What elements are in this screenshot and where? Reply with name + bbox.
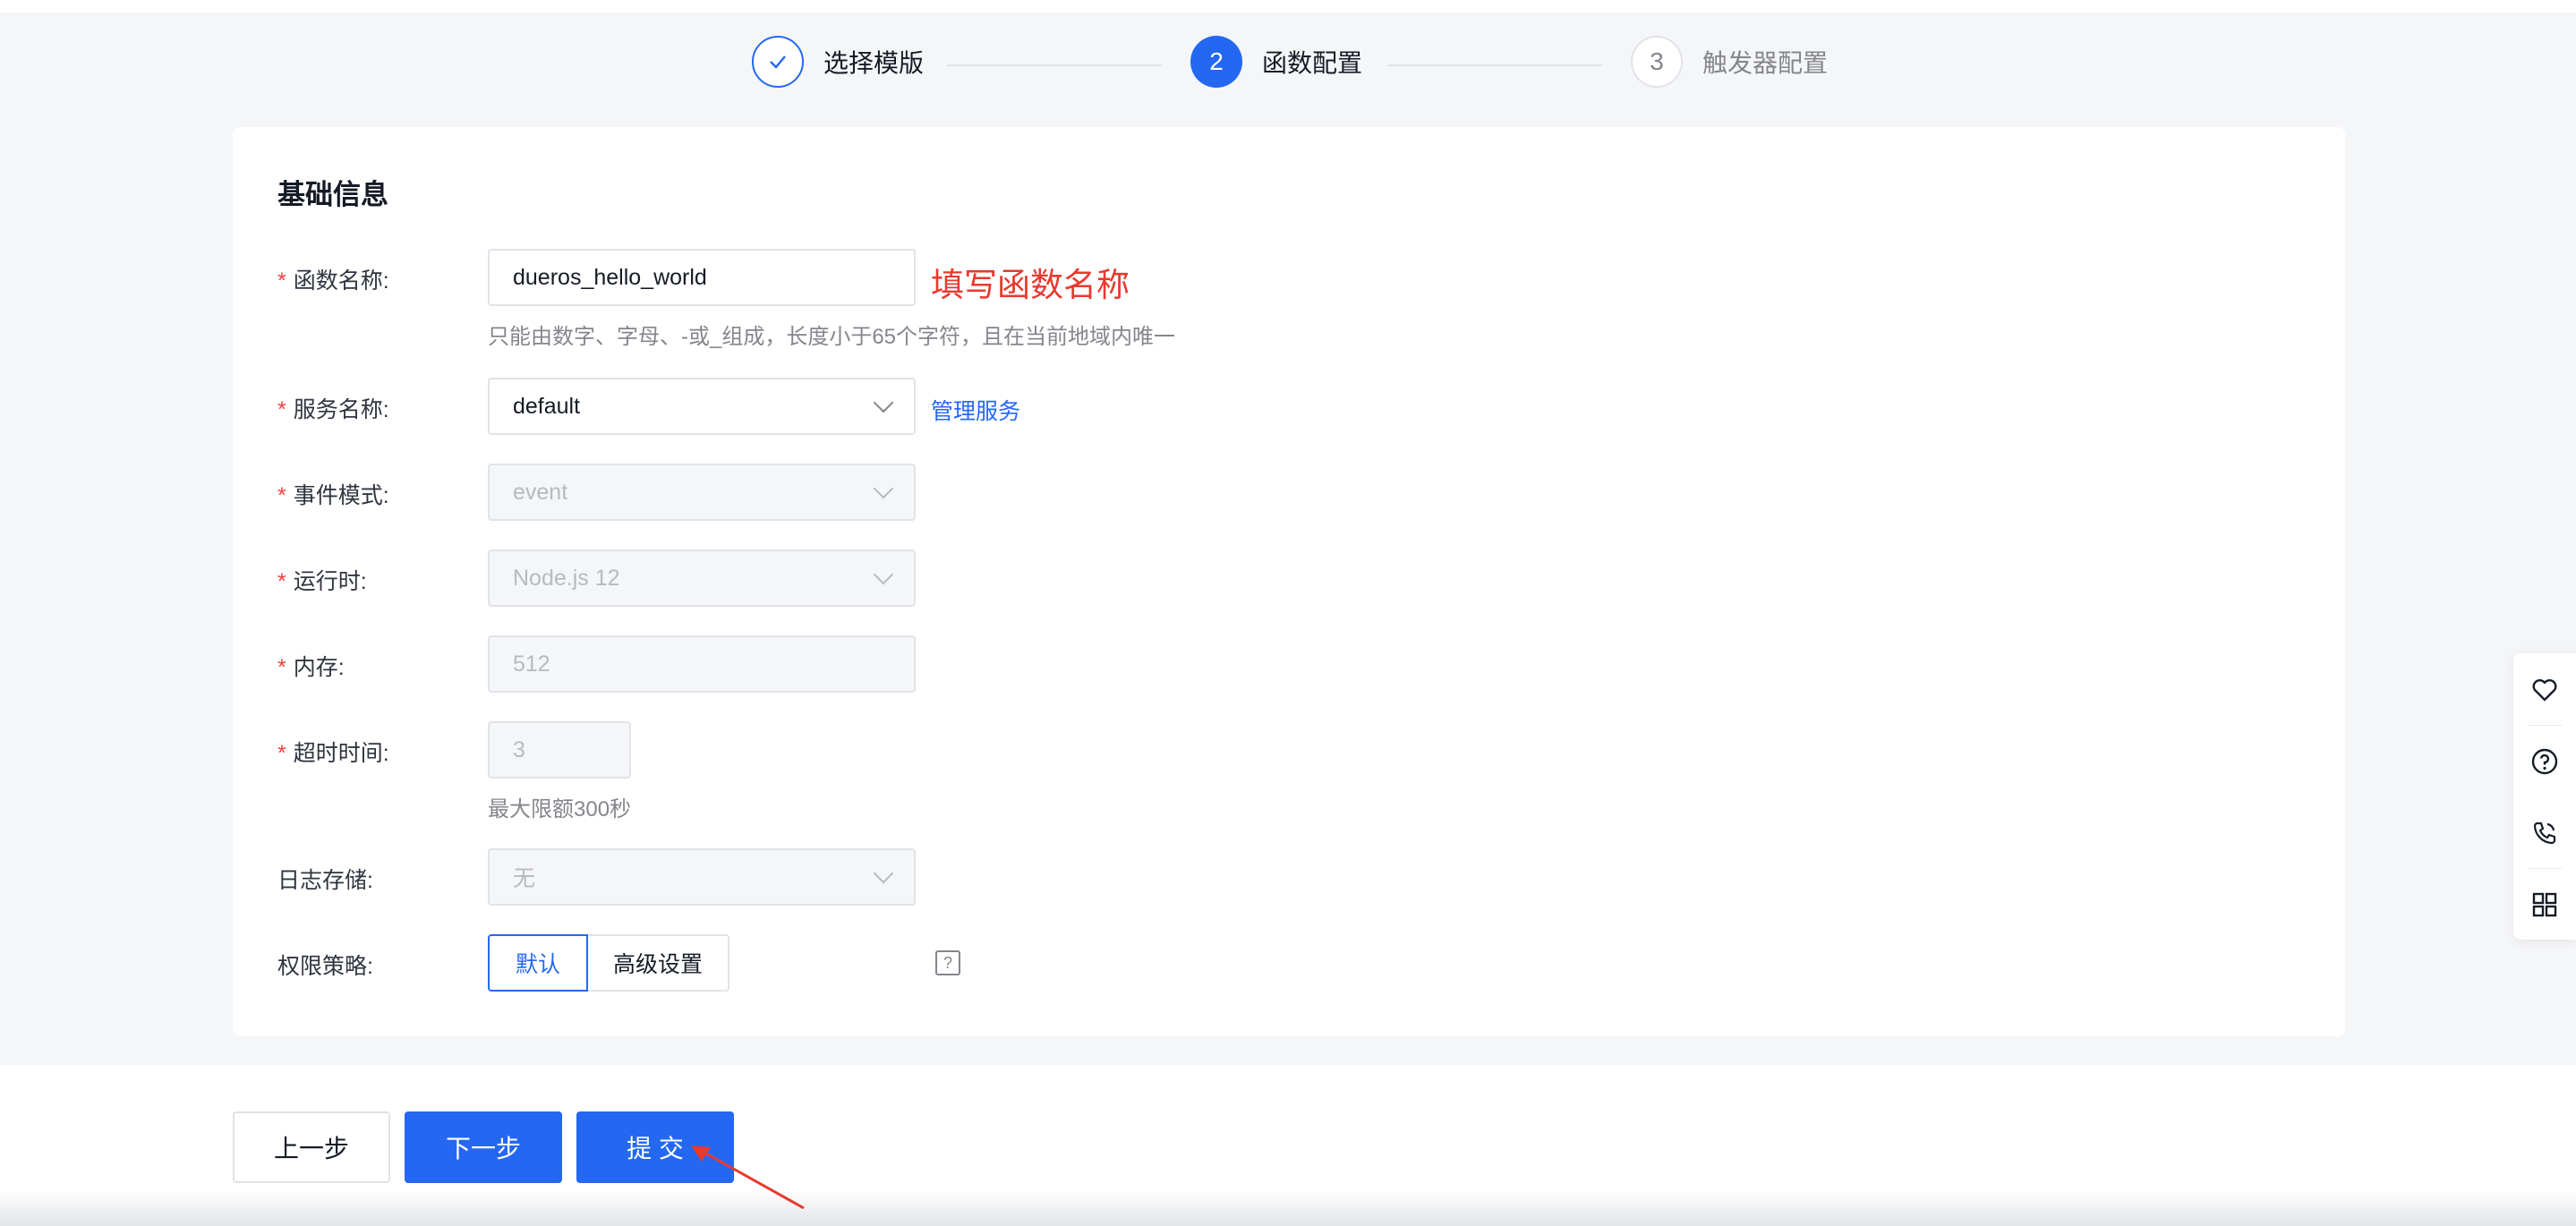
chevron-down-icon bbox=[873, 863, 894, 884]
timeout-hint: 最大限额300秒 bbox=[488, 797, 632, 822]
event-mode-label: * 事件模式: bbox=[277, 478, 389, 510]
manage-service-link[interactable]: 管理服务 bbox=[931, 394, 1020, 426]
step-number: 2 bbox=[1190, 36, 1242, 88]
permission-default-option[interactable]: 默认 bbox=[488, 934, 588, 992]
select-value: event bbox=[513, 479, 568, 505]
footer-shadow bbox=[0, 1190, 2576, 1226]
required-mark: * bbox=[277, 397, 286, 422]
top-strip bbox=[0, 0, 2576, 13]
label-text: 函数名称: bbox=[293, 268, 389, 294]
log-storage-label: 日志存储: bbox=[277, 868, 373, 893]
help-circle-icon[interactable] bbox=[2513, 727, 2576, 796]
required-mark: * bbox=[277, 483, 286, 508]
page: 选择模版 2 函数配置 3 触发器配置 基础信息 * 函数名称: dueros_h… bbox=[0, 0, 2576, 1226]
required-mark: * bbox=[277, 569, 286, 594]
required-mark: * bbox=[277, 655, 286, 680]
section-title: 基础信息 bbox=[277, 179, 388, 210]
annotation-text: 填写函数名称 bbox=[931, 267, 1130, 303]
heart-icon[interactable] bbox=[2513, 655, 2576, 725]
label-text: 事件模式: bbox=[293, 483, 389, 508]
required-mark: * bbox=[277, 741, 286, 766]
permission-advanced-option[interactable]: 高级设置 bbox=[588, 934, 729, 992]
memory-input: 512 bbox=[488, 635, 916, 693]
step-select-template[interactable]: 选择模版 bbox=[752, 36, 924, 88]
label-text: 内存: bbox=[293, 655, 345, 680]
select-value: default bbox=[513, 393, 581, 419]
step-function-config[interactable]: 2 函数配置 bbox=[1190, 36, 1362, 88]
step-label: 选择模版 bbox=[823, 49, 925, 77]
separator bbox=[2528, 868, 2562, 869]
required-mark: * bbox=[277, 268, 286, 294]
permission-segmented-control: 默认 高级设置 bbox=[488, 934, 729, 992]
runtime-select: Node.js 12 bbox=[488, 549, 916, 607]
annotation-arrow-icon bbox=[691, 1145, 805, 1210]
step-indicator: 选择模版 2 函数配置 3 触发器配置 bbox=[0, 36, 2576, 95]
timeout-label: * 超时时间: bbox=[277, 736, 389, 768]
log-storage-select: 无 bbox=[488, 848, 916, 906]
help-icon[interactable]: ? bbox=[935, 950, 960, 975]
step-label: 触发器配置 bbox=[1702, 49, 1829, 77]
input-value: 512 bbox=[513, 651, 550, 677]
label-text: 运行时: bbox=[293, 569, 367, 594]
function-name-input[interactable]: dueros_hello_world bbox=[488, 249, 916, 306]
step-connector bbox=[1387, 64, 1602, 66]
permission-label: 权限策略: bbox=[277, 954, 373, 979]
input-value: 3 bbox=[513, 736, 525, 762]
step-connector bbox=[947, 64, 1162, 66]
grid-icon[interactable] bbox=[2513, 870, 2576, 940]
timeout-input: 3 bbox=[488, 721, 631, 779]
step-trigger-config[interactable]: 3 触发器配置 bbox=[1631, 36, 1828, 88]
function-name-label: * 函数名称: bbox=[277, 263, 389, 295]
basic-info-card: 基础信息 * 函数名称: dueros_hello_world 填写函数名称 只能… bbox=[233, 127, 2345, 1036]
next-step-button[interactable]: 下一步 bbox=[405, 1111, 562, 1183]
service-name-select[interactable]: default bbox=[488, 378, 916, 435]
prev-step-button[interactable]: 上一步 bbox=[233, 1111, 390, 1183]
select-value: 无 bbox=[513, 866, 536, 891]
runtime-label: * 运行时: bbox=[277, 564, 367, 596]
floating-toolbar bbox=[2513, 653, 2576, 940]
check-icon bbox=[752, 36, 804, 88]
event-mode-select: event bbox=[488, 464, 916, 521]
select-value: Node.js 12 bbox=[513, 565, 620, 591]
label-text: 超时时间: bbox=[293, 741, 389, 766]
label-text: 服务名称: bbox=[293, 397, 389, 422]
function-name-hint: 只能由数字、字母、-或_组成，长度小于65个字符，且在当前地域内唯一 bbox=[488, 325, 1176, 349]
phone-icon[interactable] bbox=[2513, 798, 2576, 868]
service-name-label: * 服务名称: bbox=[277, 392, 389, 424]
step-label: 函数配置 bbox=[1262, 49, 1363, 77]
separator bbox=[2528, 725, 2562, 726]
chevron-down-icon bbox=[873, 478, 894, 499]
step-number: 3 bbox=[1631, 36, 1683, 88]
chevron-down-icon bbox=[873, 564, 894, 585]
memory-label: * 内存: bbox=[277, 650, 345, 682]
chevron-down-icon bbox=[873, 392, 894, 413]
input-value: dueros_hello_world bbox=[513, 264, 707, 290]
